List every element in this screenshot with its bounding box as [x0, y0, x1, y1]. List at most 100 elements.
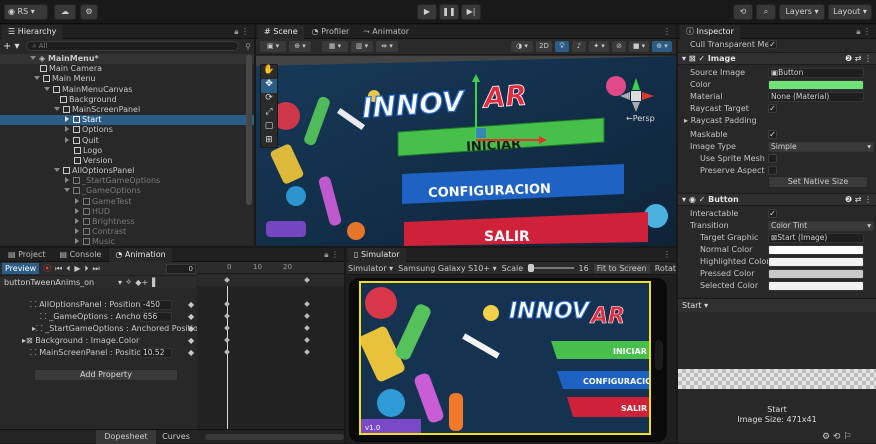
next-frame-icon[interactable]: ⏵ — [85, 264, 89, 274]
tree-item-background[interactable]: Background — [0, 95, 254, 105]
preview-toggle[interactable]: Preview — [2, 263, 40, 274]
tab-curves[interactable]: Curves — [156, 430, 196, 444]
pressed-color-field[interactable] — [768, 269, 864, 279]
enabled-check-icon[interactable]: ✓ — [698, 54, 705, 63]
increment-button[interactable]: ⇹ ▾ — [376, 41, 398, 52]
property-row[interactable]: ▸⸬ _StartGameOptions : Anchored Position… — [0, 323, 203, 335]
timeline-ruler[interactable]: 0 10 20 — [197, 262, 344, 274]
step-button[interactable]: ▶| — [461, 4, 481, 20]
search-button[interactable]: ⌕ — [756, 4, 776, 20]
add-keyframe-icon[interactable]: ◆+ — [135, 278, 148, 287]
keyframe[interactable] — [224, 349, 230, 355]
source-image-field[interactable]: ▣Button — [768, 68, 864, 78]
keyframe[interactable] — [224, 325, 230, 331]
keyframe-dot-icon[interactable]: ◆ — [188, 299, 194, 311]
property-row[interactable]: ▸⊠ Background : Image.Color ◆ — [0, 335, 196, 347]
rect-tool-icon[interactable]: ▢ — [261, 121, 277, 135]
tree-item-mainscreenpanel[interactable]: MainScreenPanel — [0, 105, 254, 115]
tree-item-gametest[interactable]: GameTest — [0, 197, 254, 207]
account-dropdown[interactable]: ◉ RS ▾ — [4, 4, 48, 20]
image-type-dropdown[interactable]: Simple ▾ — [768, 142, 874, 152]
scene-viewport[interactable]: INNOV AR INICIAR CONFIGURACION SALIR ✋ ✥… — [256, 56, 676, 246]
keyframe[interactable] — [304, 349, 310, 355]
keyframe[interactable] — [304, 337, 310, 343]
prev-frame-icon[interactable]: ⏴ — [66, 264, 70, 274]
keyframe[interactable] — [224, 313, 230, 319]
image-section-header[interactable]: ▾ ⊠ ✓ Image ❷ ⇄ ⋮ — [678, 52, 876, 65]
cull-checkbox[interactable]: ✓ — [768, 40, 777, 49]
maskable-checkbox[interactable]: ✓ — [768, 130, 777, 139]
property-value-field[interactable]: 656 — [140, 312, 172, 322]
tree-item-music[interactable]: Music — [0, 237, 254, 247]
last-frame-icon[interactable]: ⏭ — [93, 264, 100, 274]
camera-dropdown[interactable]: ■ ▾ — [629, 41, 649, 52]
tree-item-start[interactable]: Start — [0, 115, 254, 126]
tree-item-logo[interactable]: Logo — [0, 146, 254, 156]
tree-item-main-camera[interactable]: Main Camera — [0, 64, 254, 74]
tree-item-version[interactable]: Version — [0, 156, 254, 166]
tree-item-hud[interactable]: HUD — [0, 207, 254, 217]
tree-item-mainmenu-scene[interactable]: ◈ MainMenu* — [0, 54, 254, 65]
tab-hierarchy[interactable]: ☰ Hierarchy — [2, 24, 63, 39]
tab-animation[interactable]: ◔ Animation — [109, 247, 172, 262]
fit-to-screen-button[interactable]: Fit to Screen — [593, 263, 650, 273]
panel-menu-icon[interactable]: ⋮ — [663, 250, 676, 259]
tab-animator[interactable]: ⤳ Animator — [357, 25, 415, 39]
transition-dropdown[interactable]: Color Tint ▾ — [768, 221, 874, 231]
slider-handle[interactable] — [528, 264, 535, 272]
filter-icon[interactable]: ⚲ — [245, 42, 251, 51]
raycast-padding-row[interactable]: ▸ Raycast Padding — [678, 115, 874, 127]
property-value-field[interactable]: -450 — [140, 300, 172, 310]
keyframe[interactable] — [304, 325, 310, 331]
move-tool-icon[interactable]: ✥ — [261, 79, 277, 93]
tab-inspector[interactable]: ⓘ Inspector — [680, 24, 740, 39]
interactable-checkbox[interactable]: ✓ — [768, 209, 777, 218]
tab-simulator[interactable]: ▯ Simulator — [348, 247, 406, 262]
selected-color-field[interactable] — [768, 281, 864, 291]
keyframe[interactable] — [224, 301, 230, 307]
layers-dropdown[interactable]: Layers ▾ — [779, 4, 825, 20]
first-frame-icon[interactable]: ⏮ — [55, 264, 62, 274]
grid-snap-button[interactable]: ▦ ▾ — [322, 41, 348, 52]
highlighted-color-field[interactable] — [768, 257, 864, 267]
keyframe[interactable] — [304, 301, 310, 307]
property-value-field[interactable]: 10.52 — [140, 348, 172, 358]
tree-item-alloptionspanel[interactable]: AllOptionsPanel — [0, 166, 254, 176]
material-field[interactable]: None (Material) — [768, 92, 864, 102]
keyframe-dot-icon[interactable]: ◆ — [188, 335, 194, 347]
preserve-aspect-checkbox[interactable] — [768, 166, 777, 175]
lock-icon[interactable]: 🔒︎ ⋮ — [856, 27, 876, 37]
lock-icon[interactable]: 🔒︎ ⋮ — [234, 27, 254, 37]
preview-header[interactable]: Start ▾ — [678, 298, 876, 312]
hidden-objects-icon[interactable]: ⊘ — [612, 41, 626, 52]
tree-item-mainmenucanvas[interactable]: MainMenuCanvas — [0, 85, 254, 95]
add-object-button[interactable]: + ▾ — [3, 41, 20, 52]
property-row[interactable]: ⸬ MainScreenPanel : Position 10.52 ◆ — [0, 347, 196, 359]
toggle-2d-button[interactable]: 2D — [536, 41, 552, 52]
raycast-target-checkbox[interactable]: ✓ — [768, 104, 777, 113]
persp-label[interactable]: ←Persp — [626, 114, 655, 123]
gizmos-dropdown[interactable]: ⊕ ▾ — [652, 41, 672, 52]
pivot-dropdown[interactable]: ⊕ ▾ — [289, 41, 311, 52]
tree-item-startgameoptions[interactable]: _StartGameOptions — [0, 176, 254, 186]
record-icon[interactable]: ⦿ — [43, 263, 51, 274]
tree-item-brightness[interactable]: Brightness — [0, 217, 254, 227]
color-field[interactable] — [768, 80, 864, 90]
cloud-button[interactable]: ☁ — [54, 4, 76, 20]
normal-color-field[interactable] — [768, 245, 864, 255]
lighting-icon[interactable]: 💡︎ — [555, 41, 569, 52]
history-button[interactable]: ⟲ — [733, 4, 753, 20]
pause-button[interactable]: ❚❚ — [439, 4, 459, 20]
frame-field[interactable]: 0 — [166, 263, 196, 274]
snap-increment-button[interactable]: ▥ ▾ — [351, 41, 373, 52]
shading-dropdown[interactable]: ◑ ▾ — [511, 41, 533, 52]
transform-tool-icon[interactable]: ⊞ — [261, 135, 277, 149]
game-view[interactable]: INNOV AR INICIAR CONFIGURACION SALIR v1.… — [359, 281, 651, 435]
set-native-size-button[interactable]: Set Native Size — [768, 176, 868, 188]
tree-item-gameoptions[interactable]: _GameOptions — [0, 186, 254, 196]
use-sprite-mesh-checkbox[interactable] — [768, 154, 777, 163]
keyframe-dot-icon[interactable]: ◆ — [188, 347, 194, 359]
tree-item-quit[interactable]: Quit — [0, 136, 254, 146]
keyframe[interactable] — [224, 337, 230, 343]
draw-mode-dropdown[interactable]: ▣ ▾ — [260, 41, 286, 52]
